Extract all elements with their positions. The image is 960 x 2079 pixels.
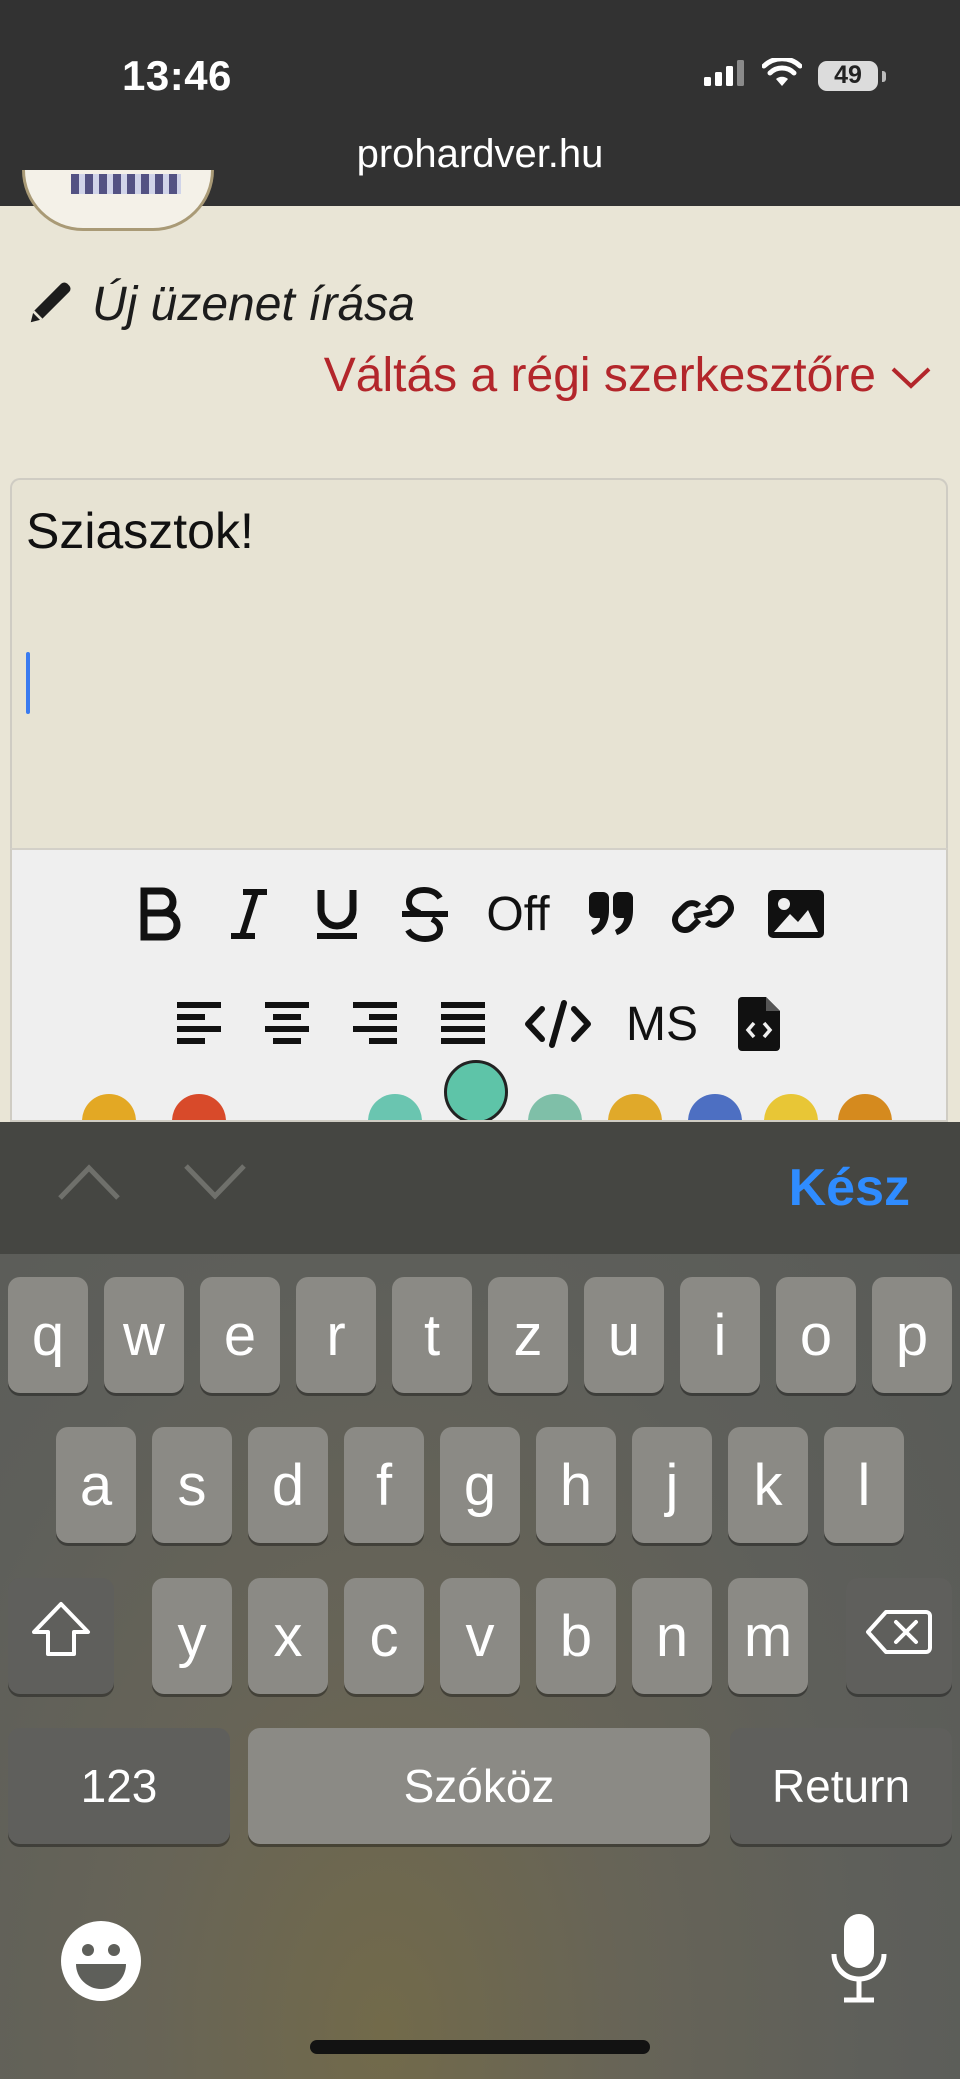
align-center-icon[interactable] — [260, 992, 314, 1056]
key-s[interactable]: s — [152, 1427, 232, 1543]
cellular-signal-icon — [704, 60, 746, 91]
link-icon[interactable] — [671, 882, 734, 946]
onscreen-keyboard: Kész q w e r t z u i o p a s d f g h j k… — [0, 1122, 960, 2079]
key-i[interactable]: i — [680, 1277, 760, 1393]
return-key[interactable]: Return — [730, 1728, 952, 1844]
pencil-icon — [24, 275, 78, 334]
status-time: 13:46 — [122, 52, 232, 99]
key-h[interactable]: h — [536, 1427, 616, 1543]
code-file-icon[interactable] — [732, 992, 786, 1056]
key-u[interactable]: u — [584, 1277, 664, 1393]
status-icons: 49 — [704, 56, 886, 93]
key-o[interactable]: o — [776, 1277, 856, 1393]
image-icon[interactable] — [767, 882, 824, 946]
key-g[interactable]: g — [440, 1427, 520, 1543]
smiley-icon[interactable] — [608, 1094, 662, 1120]
backspace-key[interactable] — [846, 1578, 952, 1694]
numbers-key[interactable]: 123 — [8, 1728, 230, 1844]
key-l[interactable]: l — [824, 1427, 904, 1543]
italic-icon[interactable] — [222, 882, 276, 946]
key-m[interactable]: m — [728, 1578, 808, 1694]
toolbar-row-1: Off — [12, 882, 946, 946]
key-a[interactable]: a — [56, 1427, 136, 1543]
avatar — [22, 170, 214, 231]
microphone-icon[interactable] — [828, 1912, 890, 2009]
smiley-icon[interactable] — [82, 1094, 136, 1120]
battery-icon: 49 — [818, 60, 886, 91]
ms-button[interactable]: MS — [626, 992, 698, 1056]
emoji-icon[interactable] — [60, 1920, 142, 2007]
space-key[interactable]: Szóköz — [248, 1728, 710, 1844]
smiley-icon[interactable] — [688, 1094, 742, 1120]
editor-text: Sziasztok! — [26, 503, 254, 559]
key-x[interactable]: x — [248, 1578, 328, 1694]
key-e[interactable]: e — [200, 1277, 280, 1393]
quote-icon[interactable] — [584, 882, 638, 946]
keyboard-accessory-bar: Kész — [0, 1122, 960, 1254]
chevron-down-icon[interactable] — [182, 1162, 248, 1207]
strikethrough-icon[interactable] — [398, 882, 452, 946]
off-toggle[interactable]: Off — [486, 882, 549, 946]
key-r[interactable]: r — [296, 1277, 376, 1393]
key-p[interactable]: p — [872, 1277, 952, 1393]
switch-editor-label: Váltás a régi szerkesztőre — [323, 349, 876, 402]
align-right-icon[interactable] — [348, 992, 402, 1056]
page-title: Új üzenet írása — [92, 278, 415, 331]
align-justify-icon[interactable] — [436, 992, 490, 1056]
battery-level: 49 — [834, 61, 862, 89]
smiley-icon[interactable] — [172, 1094, 226, 1120]
key-d[interactable]: d — [248, 1427, 328, 1543]
smiley-row — [12, 1060, 946, 1120]
home-indicator[interactable] — [310, 2040, 650, 2054]
align-left-icon[interactable] — [172, 992, 226, 1056]
key-j[interactable]: j — [632, 1427, 712, 1543]
chevron-up-icon[interactable] — [56, 1162, 122, 1207]
key-t[interactable]: t — [392, 1277, 472, 1393]
key-f[interactable]: f — [344, 1427, 424, 1543]
shift-icon — [30, 1600, 92, 1672]
key-b[interactable]: b — [536, 1578, 616, 1694]
compose-header: Új üzenet írása — [24, 275, 415, 334]
message-editor[interactable]: Sziasztok! — [10, 478, 948, 848]
switch-editor-link[interactable]: Váltás a régi szerkesztőre — [324, 348, 932, 403]
key-v[interactable]: v — [440, 1578, 520, 1694]
wifi-icon — [761, 56, 803, 93]
key-c[interactable]: c — [344, 1578, 424, 1694]
formatting-toolbar: Off MS — [10, 848, 948, 1122]
chevron-down-icon — [890, 348, 932, 403]
key-w[interactable]: w — [104, 1277, 184, 1393]
smiley-icon[interactable] — [528, 1094, 582, 1120]
text-caret — [26, 652, 30, 714]
backspace-icon — [866, 1603, 932, 1670]
smiley-icon[interactable] — [368, 1094, 422, 1120]
underline-icon[interactable] — [310, 882, 364, 946]
key-q[interactable]: q — [8, 1277, 88, 1393]
smiley-icon[interactable] — [838, 1094, 892, 1120]
toolbar-row-2: MS — [12, 992, 946, 1056]
key-k[interactable]: k — [728, 1427, 808, 1543]
smiley-icon[interactable] — [764, 1094, 818, 1120]
code-icon[interactable] — [524, 992, 592, 1056]
bold-icon[interactable] — [134, 882, 188, 946]
smiley-grin-icon[interactable] — [444, 1060, 508, 1120]
done-button[interactable]: Kész — [789, 1158, 910, 1218]
key-z[interactable]: z — [488, 1277, 568, 1393]
shift-key[interactable] — [8, 1578, 114, 1694]
key-y[interactable]: y — [152, 1578, 232, 1694]
key-n[interactable]: n — [632, 1578, 712, 1694]
